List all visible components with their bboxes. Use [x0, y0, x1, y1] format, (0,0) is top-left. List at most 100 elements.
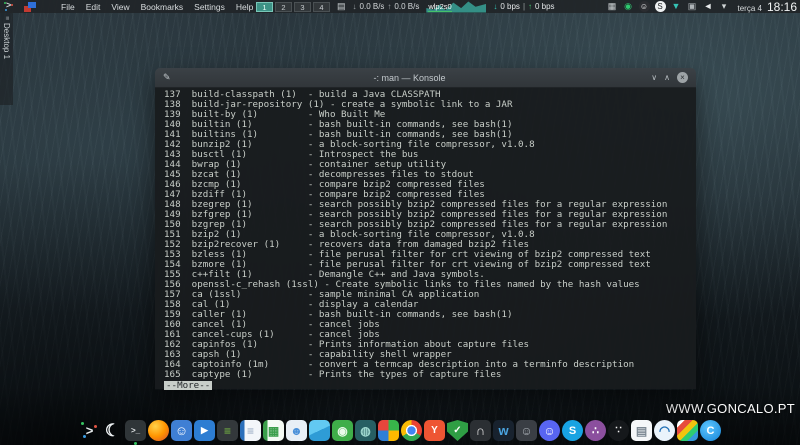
night-mode-icon[interactable]: ☾ [102, 420, 123, 441]
workspace-4[interactable]: 4 [313, 1, 330, 12]
obs-icon: ∵ [608, 420, 629, 441]
writer-doc-icon: ≡ [240, 420, 261, 441]
recorder-icon[interactable]: ≡ [217, 420, 238, 441]
clock-date: terça 4 [737, 3, 762, 13]
paw-icon[interactable]: ∴ [585, 420, 606, 441]
stamp-icon[interactable]: ☻ [286, 420, 307, 441]
git-icon[interactable]: Y [424, 420, 445, 441]
skype-icon[interactable]: S [562, 420, 583, 441]
window-buttons: ∨ ∧ × [640, 72, 688, 83]
net-up-value: 0.0 B/s [394, 2, 420, 11]
window-titlebar[interactable]: ✎ -: man — Konsole ∨ ∧ × [155, 68, 696, 88]
desktop-pager[interactable]: ≡ Desktop 1 [0, 13, 13, 105]
menu-help[interactable]: Help [236, 2, 253, 12]
package-cube-icon [309, 420, 330, 441]
down-arrow-icon: ↓ [352, 2, 357, 11]
close-button[interactable]: × [677, 72, 688, 83]
keepass-icon: ✓ [447, 420, 468, 441]
distro-logo-icon[interactable]: > [3, 0, 14, 12]
media-player-icon[interactable]: ▶ [194, 420, 215, 441]
wireshark-icon[interactable]: ◠ [654, 420, 675, 441]
more-prompt: --More-- [164, 380, 213, 390]
menu-file[interactable]: File [61, 2, 75, 12]
terminal-icon[interactable]: >_ [125, 420, 146, 445]
git-icon: Y [424, 420, 445, 441]
firefox-icon[interactable] [148, 420, 169, 441]
minimize-button[interactable]: ∨ [651, 72, 657, 83]
maximize-button[interactable]: ∧ [664, 72, 670, 83]
konsole-window: ✎ -: man — Konsole ∨ ∧ × 137 build-class… [155, 68, 696, 390]
desktop-pager-label: Desktop 1 [2, 23, 11, 60]
bittorrent-icon[interactable]: C [700, 420, 721, 441]
chrome-icon [401, 420, 422, 441]
camera-icon[interactable]: ◉ [332, 420, 353, 441]
octopus-icon[interactable]: ◍ [355, 420, 376, 441]
top-panel-middle: 1234 ▤ ↓ 0.0 B/s ↑ 0.0 B/s wlp2s0 ↓ 0 bp… [256, 0, 555, 13]
discord-alt-icon: ☺ [516, 420, 537, 441]
contacts-icon[interactable]: ▤ [631, 420, 652, 441]
terminal-output[interactable]: 137 build-classpath (1) - build a Java C… [155, 88, 696, 390]
workspace-switcher: 1234 [256, 1, 330, 12]
window-title: -: man — Konsole [373, 72, 446, 83]
terminal-line: 165 captype (1) - Prints the types of ca… [164, 369, 502, 380]
distro-logo-icon[interactable]: > [79, 420, 100, 441]
wave-icon: w [493, 420, 514, 441]
distro-logo-icon: > [79, 420, 100, 441]
down-arrow-icon: ↓ [493, 2, 498, 11]
wave-icon[interactable]: w [493, 420, 514, 441]
discord-icon[interactable]: ☺ [539, 420, 560, 441]
terminal-icon: >_ [125, 420, 146, 441]
discord-alt-icon[interactable]: ☺ [516, 420, 537, 441]
messenger-icon[interactable]: ☺ [171, 420, 192, 441]
skype-tray-icon[interactable]: S [654, 1, 666, 12]
top-panel-right: ▦ ◉ ☺ S ▼ ▣ ◄ ▾ terça 4 18:16 [607, 0, 798, 14]
separator: | [522, 2, 525, 11]
up-arrow-icon: ↑ [527, 2, 532, 11]
desktop: > File Edit View Bookmarks Settings Help 1234… [0, 0, 800, 445]
dock: > ☾ >_ ☺ ▶ ≡ ≡ ▦ ☻ ◉ ◍ Y ✓ ∩ w ☺ ☺ S ∴ ∵ ▤ ◠ C [0, 417, 800, 445]
status-green-tray-icon[interactable]: ◉ [623, 1, 634, 12]
workspace-1[interactable]: 1 [256, 1, 273, 12]
keepass-icon[interactable]: ✓ [447, 420, 468, 441]
menu-bookmarks[interactable]: Bookmarks [141, 2, 184, 12]
bps-down-value: 0 bps [500, 2, 520, 11]
top-panel-left: > File Edit View Bookmarks Settings Help [3, 0, 253, 13]
headphones-icon: ∩ [470, 420, 491, 441]
camera-icon: ◉ [332, 420, 353, 441]
headphones-icon[interactable]: ∩ [470, 420, 491, 441]
top-panel: > File Edit View Bookmarks Settings Help 1234… [0, 0, 800, 14]
chrome-icon[interactable] [401, 420, 422, 441]
clock[interactable]: terça 4 18:16 [738, 0, 798, 14]
recorder-icon: ≡ [217, 420, 238, 441]
window-tray-icon[interactable]: ▣ [687, 1, 698, 12]
interface-name: wlp2s0 [428, 1, 452, 12]
octopus-icon: ◍ [355, 420, 376, 441]
chart-icon[interactable] [677, 420, 698, 441]
spreadsheet-icon[interactable]: ▦ [263, 420, 284, 441]
discord-tray-icon[interactable]: ☺ [638, 1, 650, 12]
chart-icon [677, 420, 698, 441]
net-down-value: 0.0 B/s [359, 2, 385, 11]
obs-icon[interactable]: ∵ [608, 420, 629, 441]
network-graph[interactable]: wlp2s0 [426, 1, 487, 13]
window-pager-icon[interactable] [24, 1, 37, 12]
caret-down-icon[interactable]: ▾ [719, 1, 730, 12]
volume-tray-icon[interactable]: ◄ [703, 1, 714, 12]
workspace-3[interactable]: 3 [294, 1, 311, 12]
menu-settings[interactable]: Settings [194, 2, 225, 12]
menu-bar: File Edit View Bookmarks Settings Help [61, 2, 253, 12]
clock-time: 18:16 [766, 0, 797, 14]
workspace-2[interactable]: 2 [275, 1, 292, 12]
paw-icon: ∴ [585, 420, 606, 441]
night-mode-icon: ☾ [104, 420, 121, 440]
menu-edit[interactable]: Edit [86, 2, 101, 12]
menu-view[interactable]: View [111, 2, 129, 12]
pin-icon[interactable]: ✎ [163, 72, 179, 83]
notes-icon[interactable]: ▤ [337, 1, 346, 12]
office-grid-icon[interactable] [378, 420, 399, 441]
vpn-tray-icon[interactable]: ▼ [671, 1, 682, 12]
system-tray: ▦ ◉ ☺ S ▼ ▣ ◄ ▾ [607, 1, 730, 12]
panel-tray-icon[interactable]: ▦ [607, 1, 618, 12]
package-cube-icon[interactable] [309, 420, 330, 441]
writer-doc-icon[interactable]: ≡ [240, 420, 261, 441]
